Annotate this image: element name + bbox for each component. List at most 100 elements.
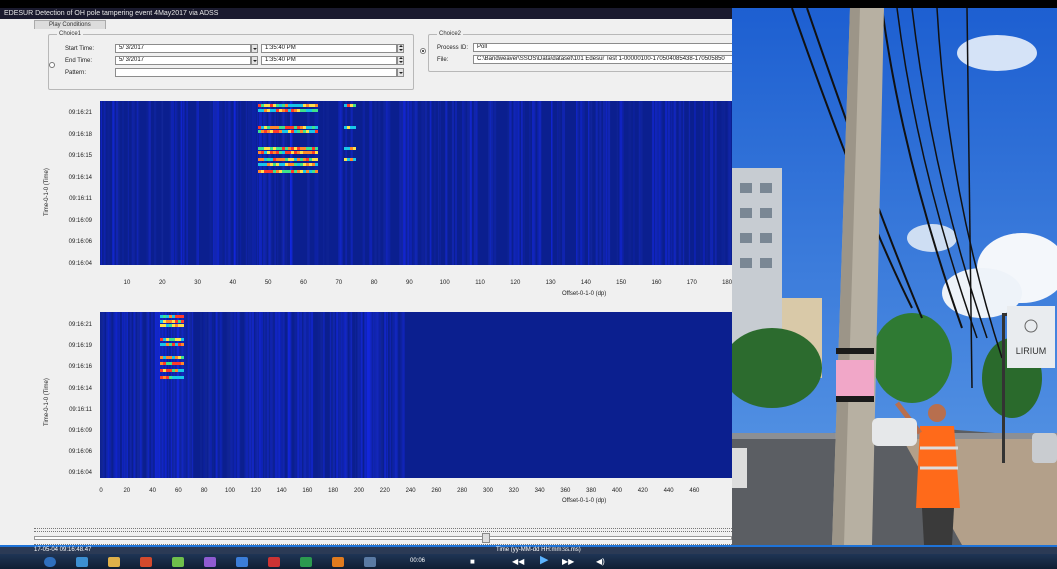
heatmap-hot-cell — [353, 104, 356, 107]
heatmap-hot-cell — [261, 109, 264, 112]
word-icon[interactable] — [236, 557, 248, 567]
heatmap-noise-stripe — [399, 101, 402, 265]
heatmap-hot-cell — [175, 376, 178, 379]
heatmap-noise-stripe — [115, 101, 118, 265]
heatmap-hot-cell — [279, 147, 282, 150]
rewind-icon[interactable]: ◀◀ — [512, 557, 524, 566]
heatmap-hot-cell — [267, 163, 270, 166]
app-icon[interactable] — [204, 557, 216, 567]
heatmap-noise-stripe — [266, 312, 269, 478]
heatmap-hot-cell — [315, 158, 318, 161]
choice2-radio[interactable] — [420, 48, 426, 54]
heatmap-noise-stripe — [638, 101, 641, 265]
heatmap-noise-stripe — [319, 312, 323, 478]
stop-icon[interactable]: ■ — [470, 557, 475, 566]
fast-forward-icon[interactable]: ▶▶ — [562, 557, 574, 566]
heatmap-noise-stripe — [373, 312, 376, 478]
heatmap-noise-stripe — [235, 101, 237, 265]
heatmap-hot-cell — [261, 130, 264, 133]
heatmap-hot-cell — [258, 126, 261, 129]
play-icon[interactable]: ▶ — [540, 555, 548, 566]
heatmap-noise-stripe — [633, 101, 635, 265]
choice1-radio[interactable] — [49, 62, 55, 68]
heatmap-noise-stripe — [439, 101, 441, 265]
media-player-icon[interactable] — [140, 557, 152, 567]
timeline-slider-track[interactable] — [34, 536, 732, 540]
file-path-field[interactable]: C:\Bandweaver\SSOS\Data\dataset\101 Edes… — [473, 55, 732, 64]
heatmap-noise-stripe — [278, 312, 281, 478]
heatmap-noise-stripe — [218, 312, 220, 478]
heatmap-noise-stripe — [389, 312, 392, 478]
heatmap-hot-cell — [258, 130, 261, 133]
end-time-spinner[interactable] — [397, 56, 404, 65]
heatmap-hot-cell — [300, 170, 303, 173]
heatmap-hot-cell — [288, 163, 291, 166]
end-time-field[interactable]: 1:35:40 PM — [261, 56, 397, 65]
start-orb-icon[interactable] — [44, 557, 56, 567]
heatmap-noise-stripe — [412, 101, 414, 265]
heatmap-noise-stripe — [294, 312, 297, 478]
heatmap-hot-cell — [350, 104, 353, 107]
top-plot-ytick: 09:16:18 — [68, 131, 92, 138]
start-date-field[interactable]: 5/ 3/2017 — [115, 44, 251, 53]
bottom-heatmap[interactable] — [100, 312, 732, 478]
top-plot-xtick: 170 — [686, 280, 697, 286]
heatmap-noise-stripe — [665, 101, 667, 265]
folder-icon[interactable] — [108, 557, 120, 567]
heatmap-noise-stripe — [694, 101, 696, 265]
end-date-field[interactable]: 5/ 3/2017 — [115, 56, 251, 65]
volume-icon[interactable]: ◀) — [596, 557, 605, 566]
heatmap-hot-cell — [172, 369, 175, 372]
choice2-group: Choice2 Process ID: Poll File: C:\Bandwe… — [420, 31, 732, 72]
timeline-slider-thumb[interactable] — [482, 533, 490, 543]
network-icon[interactable] — [364, 557, 376, 567]
heatmap-hot-cell — [285, 163, 288, 166]
heatmap-hot-cell — [279, 130, 282, 133]
heatmap-hot-cell — [288, 170, 291, 173]
heatmap-noise-stripe — [219, 101, 223, 265]
chrome-icon[interactable] — [172, 557, 184, 567]
process-id-field[interactable]: Poll — [473, 43, 732, 52]
heatmap-hot-cell — [181, 324, 184, 327]
heatmap-noise-stripe — [129, 312, 132, 478]
heatmap-noise-stripe — [582, 101, 585, 265]
heatmap-hot-cell — [303, 126, 306, 129]
heatmap-hot-cell — [172, 356, 175, 359]
heatmap-hot-cell — [276, 163, 279, 166]
heatmap-hot-cell — [285, 126, 288, 129]
start-time-spinner[interactable] — [397, 44, 404, 53]
heatmap-noise-stripe — [132, 101, 136, 265]
top-plot-xlabel: Offset-0-1-0 (dp) — [562, 291, 607, 297]
heatmap-noise-stripe — [224, 101, 227, 265]
heatmap-noise-stripe — [462, 101, 464, 265]
heatmap-hot-cell — [315, 126, 318, 129]
heatmap-hot-cell — [261, 151, 264, 154]
tab-play-conditions[interactable]: Play Conditions — [34, 20, 106, 29]
heatmap-noise-stripe — [182, 101, 185, 265]
top-heatmap[interactable] — [100, 101, 732, 265]
heatmap-hot-cell — [181, 362, 184, 365]
heatmap-noise-stripe — [513, 101, 516, 265]
start-time-field[interactable]: 1:35:40 PM — [261, 44, 397, 53]
heatmap-hot-cell — [258, 170, 261, 173]
heatmap-hot-cell — [267, 130, 270, 133]
pattern-dropdown[interactable] — [397, 68, 404, 77]
heatmap-hot-cell — [347, 158, 350, 161]
heatmap-noise-stripe — [494, 101, 496, 265]
powerpoint-icon[interactable] — [332, 557, 344, 567]
heatmap-noise-stripe — [323, 101, 325, 265]
start-date-dropdown[interactable] — [251, 44, 258, 53]
end-date-dropdown[interactable] — [251, 56, 258, 65]
heatmap-hot-cell — [273, 170, 276, 173]
heatmap-noise-stripe — [376, 312, 378, 478]
heatmap-hot-cell — [261, 147, 264, 150]
pattern-field[interactable] — [115, 68, 397, 77]
heatmap-noise-stripe — [239, 312, 241, 478]
heatmap-hot-cell — [270, 158, 273, 161]
heatmap-hot-cell — [282, 170, 285, 173]
heatmap-hot-cell — [309, 126, 312, 129]
heatmap-hot-cell — [264, 170, 267, 173]
pdf-icon[interactable] — [268, 557, 280, 567]
ie-icon[interactable] — [76, 557, 88, 567]
excel-icon[interactable] — [300, 557, 312, 567]
